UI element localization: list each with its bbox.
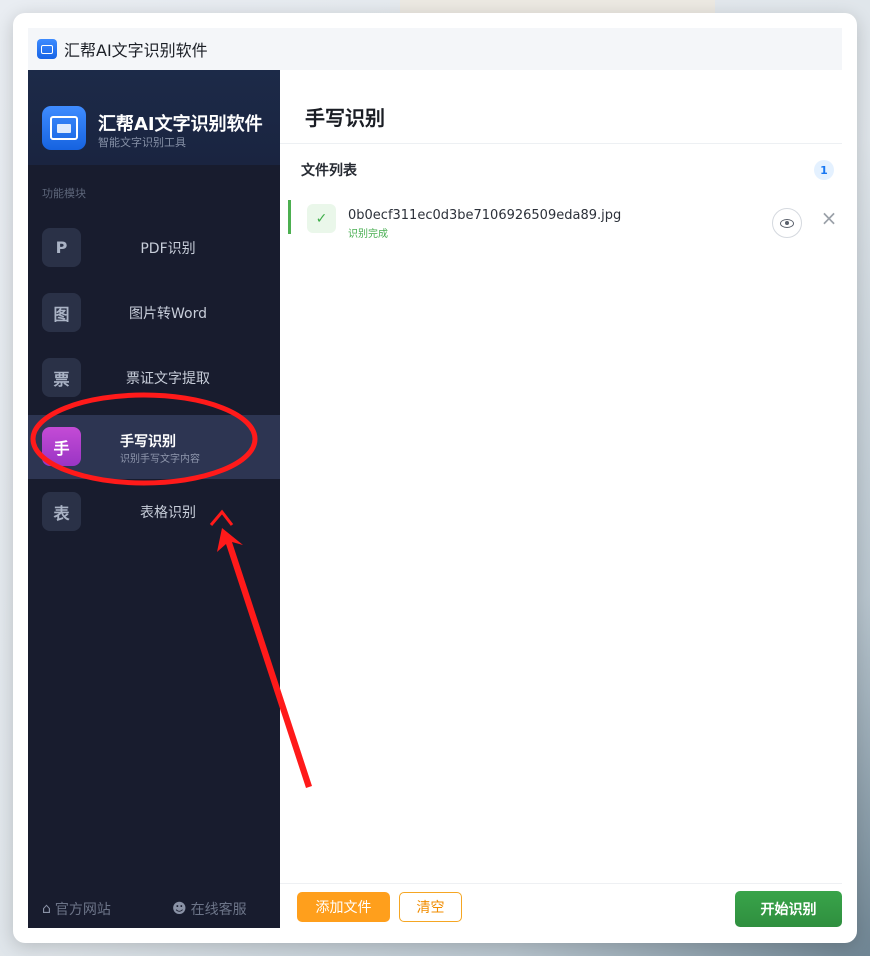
sidebar-item-label: 表格识别: [140, 505, 196, 521]
eye-icon: [780, 218, 794, 228]
file-list-item[interactable]: ✓ 0b0ecf311ec0d3be7106926509eda89.jpg 识别…: [288, 194, 842, 240]
official-website-link[interactable]: ⌂ 官方网站: [42, 899, 111, 919]
file-list-header: 文件列表: [301, 163, 357, 179]
pdf-badge-icon: P: [42, 228, 81, 267]
app-icon: [37, 39, 57, 59]
window-title: 汇帮AI文字识别软件: [64, 41, 208, 60]
divider: [280, 143, 842, 144]
file-count-badge: 1: [814, 160, 834, 180]
brand-subtitle: 智能文字识别工具: [98, 136, 186, 149]
sidebar-item-sublabel: 识别手写文字内容: [120, 454, 200, 465]
online-support-label: 在线客服: [190, 902, 247, 918]
app-window: 汇帮AI文字识别软件 汇帮AI文字识别软件 智能文字识别工具 功能模块 P PD…: [13, 13, 857, 943]
sidebar: 汇帮AI文字识别软件 智能文字识别工具 功能模块 P PDF识别 图 图片转Wo…: [28, 70, 280, 928]
brand-name: 汇帮AI文字识别软件: [98, 114, 263, 135]
sidebar-item-pdf[interactable]: P PDF识别: [28, 216, 280, 280]
sidebar-item-image-to-word[interactable]: 图 图片转Word: [28, 281, 280, 345]
page-title: 手写识别: [305, 106, 385, 130]
check-icon: ✓: [307, 204, 336, 233]
close-icon[interactable]: ×: [818, 207, 840, 229]
background-decoration: [400, 0, 715, 14]
section-label: 功能模块: [42, 187, 86, 200]
handwriting-badge-icon: 手: [42, 427, 81, 466]
sidebar-footer: ⌂ 官方网站 ☻ 在线客服: [28, 886, 280, 928]
brand-header: 汇帮AI文字识别软件 智能文字识别工具: [28, 70, 280, 165]
start-recognition-button[interactable]: 开始识别: [735, 891, 842, 927]
official-website-label: 官方网站: [54, 902, 111, 918]
sidebar-item-label: PDF识别: [140, 241, 196, 257]
clear-button[interactable]: 清空: [399, 892, 462, 922]
headset-icon: ☻: [172, 901, 187, 917]
add-files-button[interactable]: 添加文件: [297, 892, 390, 922]
sidebar-item-ticket-text[interactable]: 票 票证文字提取: [28, 346, 280, 410]
sidebar-item-label: 手写识别: [120, 434, 176, 450]
file-status-accent: [288, 200, 291, 234]
sidebar-item-label: 票证文字提取: [126, 371, 210, 387]
preview-button[interactable]: [772, 208, 802, 238]
sidebar-item-table[interactable]: 表 表格识别: [28, 480, 280, 544]
action-bar: 添加文件 清空 开始识别: [280, 883, 842, 928]
scan-logo-icon: [42, 106, 86, 150]
file-name: 0b0ecf311ec0d3be7106926509eda89.jpg: [348, 208, 622, 223]
home-icon: ⌂: [42, 901, 51, 917]
sidebar-item-handwriting[interactable]: 手 手写识别 识别手写文字内容: [28, 415, 280, 479]
title-bar[interactable]: 汇帮AI文字识别软件: [28, 28, 842, 70]
sidebar-item-label: 图片转Word: [129, 306, 207, 322]
file-status: 识别完成: [348, 229, 388, 240]
ticket-badge-icon: 票: [42, 358, 81, 397]
main-panel: 手写识别 文件列表 1 ✓ 0b0ecf311ec0d3be7106926509…: [280, 70, 842, 928]
table-badge-icon: 表: [42, 492, 81, 531]
image-badge-icon: 图: [42, 293, 81, 332]
online-support-link[interactable]: ☻ 在线客服: [172, 899, 247, 919]
